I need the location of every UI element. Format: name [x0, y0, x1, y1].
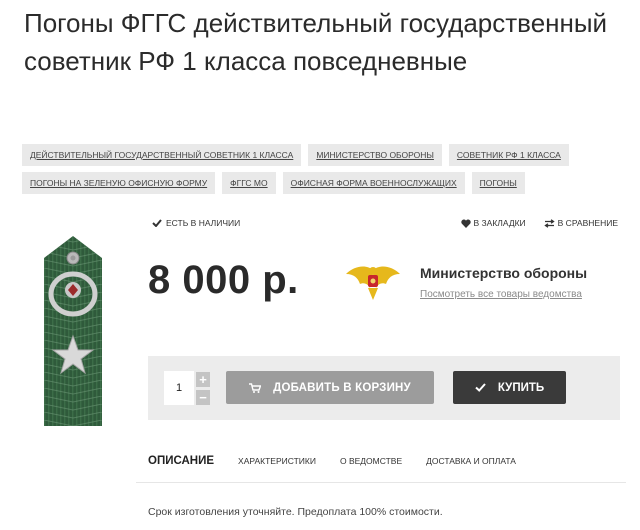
brand-emblem[interactable]	[344, 262, 402, 302]
brand-products-link[interactable]: Посмотреть все товары ведомства	[420, 289, 582, 300]
tag-link[interactable]: ПОГОНЫ	[471, 172, 525, 194]
shoulder-board-image	[44, 236, 102, 426]
buy-box: + − ДОБАВИТЬ В КОРЗИНУ КУПИТЬ	[148, 356, 620, 420]
check-icon	[475, 383, 486, 392]
buy-now-label: КУПИТЬ	[497, 381, 545, 394]
tag-link[interactable]: ОФИСНАЯ ФОРМА ВОЕННОСЛУЖАЩИХ	[282, 172, 465, 194]
product-price: 8 000 р.	[148, 258, 299, 302]
quantity-input[interactable]	[164, 371, 194, 405]
product-tabs: ОПИСАНИЕ ХАРАКТЕРИСТИКИ О ВЕДОМСТВЕ ДОСТ…	[148, 455, 540, 467]
arrows-icon	[544, 218, 555, 228]
add-to-cart-label: ДОБАВИТЬ В КОРЗИНУ	[273, 381, 411, 394]
bookmark-link[interactable]: В ЗАКЛАДКИ	[460, 218, 526, 228]
tab-about-department[interactable]: О ВЕДОМСТВЕ	[340, 456, 402, 466]
quantity-minus-button[interactable]: −	[196, 390, 210, 405]
tabs-divider	[136, 482, 626, 483]
compare-label: В СРАВНЕНИЕ	[557, 218, 618, 228]
tag-row-1: ДЕЙСТВИТЕЛЬНЫЙ ГОСУДАРСТВЕННЫЙ СОВЕТНИК …	[22, 144, 622, 166]
tag-link[interactable]: ПОГОНЫ НА ЗЕЛЕНУЮ ОФИСНУЮ ФОРМУ	[22, 172, 216, 194]
add-to-cart-button[interactable]: ДОБАВИТЬ В КОРЗИНУ	[226, 371, 434, 404]
bookmark-label: В ЗАКЛАДКИ	[473, 218, 526, 228]
product-image[interactable]	[44, 236, 102, 426]
tag-link[interactable]: СОВЕТНИК РФ 1 КЛАССА	[448, 144, 569, 166]
tag-list: ДЕЙСТВИТЕЛЬНЫЙ ГОСУДАРСТВЕННЫЙ СОВЕТНИК …	[22, 144, 622, 200]
product-description: Срок изготовления уточняйте. Предоплата …	[148, 506, 443, 518]
heart-icon	[460, 219, 471, 228]
brand-name: Министерство обороны	[420, 265, 588, 281]
quantity-plus-button[interactable]: +	[196, 372, 210, 387]
tag-link[interactable]: ДЕЙСТВИТЕЛЬНЫЙ ГОСУДАРСТВЕННЫЙ СОВЕТНИК …	[22, 144, 302, 166]
check-icon	[152, 219, 162, 227]
compare-link[interactable]: В СРАВНЕНИЕ	[544, 218, 618, 228]
stock-status-label: ЕСТЬ В НАЛИЧИИ	[166, 218, 241, 228]
eagle-emblem-icon	[346, 266, 400, 300]
product-actions: В ЗАКЛАДКИ В СРАВНЕНИЕ	[460, 218, 618, 228]
tab-delivery-payment[interactable]: ДОСТАВКА И ОПЛАТА	[426, 456, 516, 466]
cart-icon	[249, 382, 262, 393]
tag-row-2: ПОГОНЫ НА ЗЕЛЕНУЮ ОФИСНУЮ ФОРМУ ФГГС МО …	[22, 172, 622, 194]
tab-characteristics[interactable]: ХАРАКТЕРИСТИКИ	[238, 456, 316, 466]
buy-now-button[interactable]: КУПИТЬ	[453, 371, 566, 404]
tag-link[interactable]: МИНИСТЕРСТВО ОБОРОНЫ	[308, 144, 442, 166]
stock-status: ЕСТЬ В НАЛИЧИИ	[152, 218, 240, 228]
tab-description[interactable]: ОПИСАНИЕ	[148, 455, 214, 467]
product-title: Погоны ФГГС действительный государственн…	[24, 8, 608, 76]
tag-link[interactable]: ФГГС МО	[222, 172, 276, 194]
